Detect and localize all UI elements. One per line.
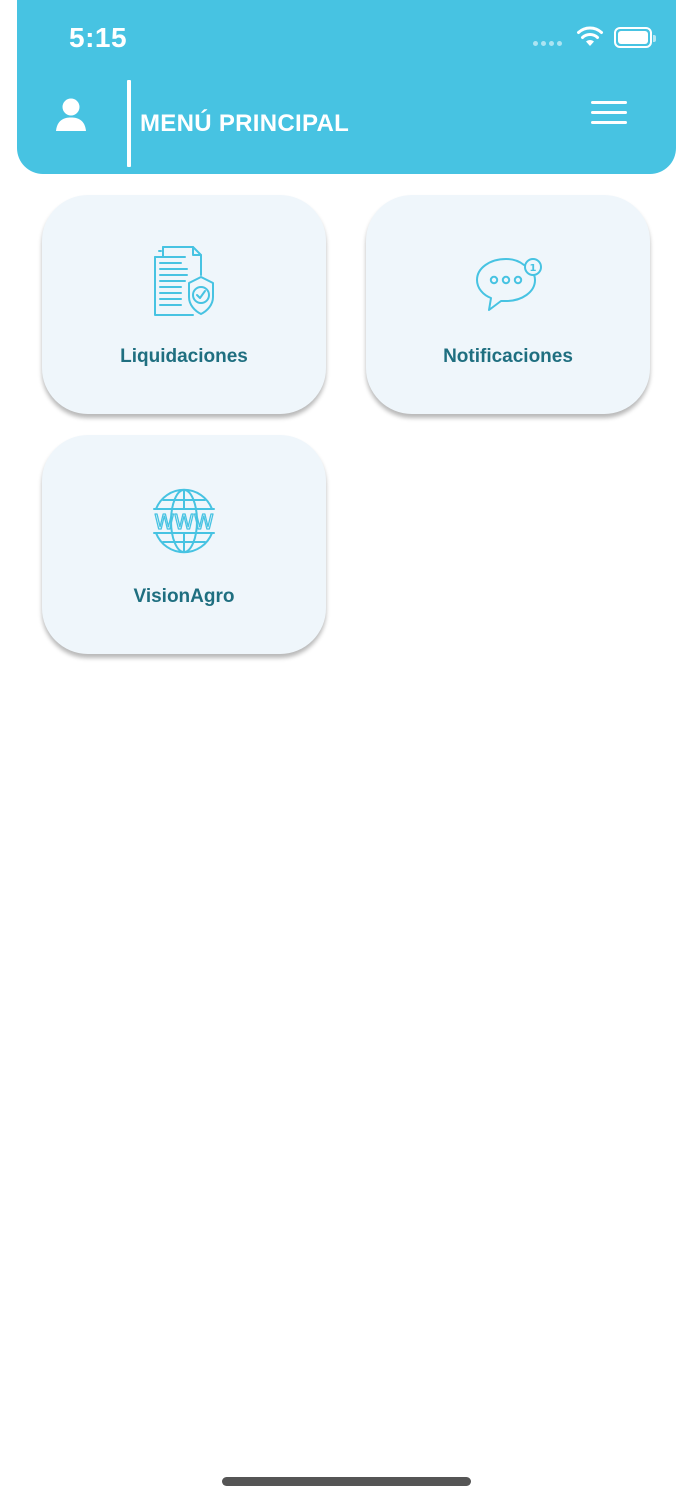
- status-time: 5:15: [69, 22, 128, 53]
- menu-card-label: Liquidaciones: [120, 346, 248, 367]
- user-icon[interactable]: [54, 97, 88, 133]
- menu-card-label: Notificaciones: [443, 346, 573, 367]
- menu-card-notificaciones[interactable]: 1 Notificaciones: [366, 195, 650, 414]
- battery-icon: [614, 27, 656, 48]
- menu-card-label: VisionAgro: [133, 586, 235, 607]
- hamburger-menu-icon[interactable]: [591, 101, 629, 129]
- wifi-icon: [577, 26, 603, 46]
- home-indicator[interactable]: [222, 1477, 471, 1486]
- www-text: WWW: [154, 510, 214, 534]
- notification-badge: 1: [530, 263, 537, 274]
- page-title: MENÚ PRINCIPAL: [140, 110, 350, 137]
- document-shield-icon: [154, 246, 214, 316]
- chat-notification-icon: 1: [476, 258, 542, 311]
- app-header: 5:15 MENÚ PRINCIPAL: [17, 0, 676, 174]
- menu-card-visionagro[interactable]: WWW VisionAgro: [42, 435, 326, 654]
- menu-card-liquidaciones[interactable]: Liquidaciones: [42, 195, 326, 414]
- globe-www-icon: WWW: [153, 488, 215, 554]
- signal-icon: [533, 41, 562, 46]
- header-divider: [127, 80, 131, 167]
